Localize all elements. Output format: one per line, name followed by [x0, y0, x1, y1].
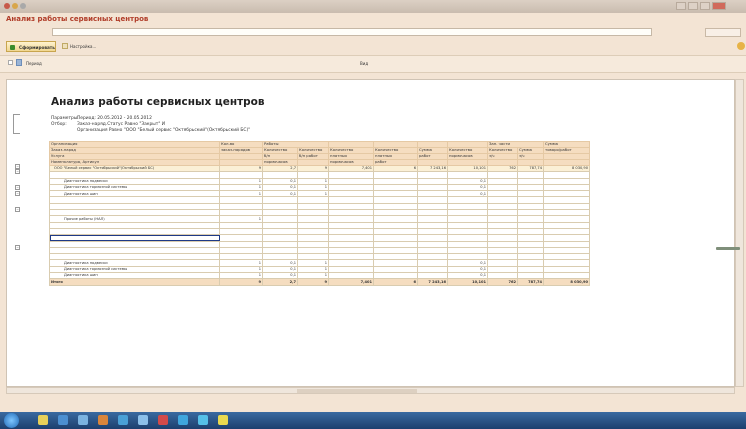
system-tray: [620, 417, 740, 424]
help-icon[interactable]: [737, 42, 745, 50]
group-toggle-icon[interactable]: −: [15, 185, 20, 191]
app-icon[interactable]: [138, 415, 148, 425]
params-label: Параметры:: [51, 116, 79, 121]
checkbox-icon[interactable]: [8, 60, 13, 65]
pointer-arrow: [716, 247, 740, 250]
group-toggle-icon[interactable]: −: [15, 190, 20, 196]
play-icon: [10, 45, 15, 50]
total-cell: 787,74: [517, 278, 544, 286]
group-toggle-icon[interactable]: −: [15, 169, 20, 174]
app-icon[interactable]: [158, 415, 168, 425]
period-panel: Период Вид: [0, 55, 746, 73]
restore-button[interactable]: [688, 2, 698, 10]
group-toggle-icon[interactable]: −: [15, 206, 20, 212]
settings-button[interactable]: [700, 2, 710, 10]
window-title: [34, 3, 414, 9]
report-document[interactable]: Анализ работы сервисных центров Параметр…: [6, 79, 735, 387]
form-title: Анализ работы сервисных центров: [6, 15, 149, 23]
generate-button-label: Сформировать: [19, 45, 55, 50]
settings-link-label: Настройка...: [70, 44, 97, 49]
filter-label: Отбор:: [51, 122, 67, 127]
browser-icon[interactable]: [58, 415, 68, 425]
select-option-button[interactable]: [705, 28, 741, 37]
vertical-scrollbar[interactable]: [735, 79, 744, 387]
total-cell: 762: [487, 278, 518, 286]
app-icon[interactable]: [98, 415, 108, 425]
total-cell: 9: [297, 278, 329, 286]
total-cell: 10,101: [447, 278, 488, 286]
filter-line-1: Заказ-наряд.Статус Равно "Закрыт" И: [77, 122, 166, 127]
total-cell: 2,7: [262, 278, 298, 286]
windows-taskbar: [0, 412, 746, 429]
explorer-icon[interactable]: [38, 415, 48, 425]
total-row: Итого 9 2,7 9 7,401 6 7 243,16 10,101 762 787,74 8…: [49, 278, 590, 286]
calendar-icon[interactable]: [16, 59, 22, 66]
total-cell: 6: [373, 278, 418, 286]
window-titlebar: [0, 0, 746, 13]
report-table[interactable]: Организация Кол-во Работы Зап. части Сум…: [49, 141, 590, 286]
report-option-field[interactable]: [52, 28, 652, 36]
period-text: Период: 20.05.2012 - 20.05.2012: [77, 116, 152, 121]
app-icon[interactable]: [198, 415, 208, 425]
total-label: Итого: [49, 278, 220, 286]
total-cell: 8 030,90: [543, 278, 590, 286]
horizontal-scrollbar[interactable]: [6, 387, 735, 394]
all-actions-menu[interactable]: [700, 43, 738, 49]
total-cell: 9: [219, 278, 263, 286]
settings-link[interactable]: Настройка...: [62, 43, 112, 50]
app-menu-icon[interactable]: [4, 3, 10, 9]
app-icon[interactable]: [178, 415, 188, 425]
option-label: [7, 30, 49, 35]
total-cell: 7 243,16: [417, 278, 448, 286]
generate-button[interactable]: Сформировать: [6, 41, 56, 52]
quick-access-icon[interactable]: [20, 3, 26, 9]
total-cell: 7,401: [328, 278, 374, 286]
view-label: Вид: [360, 61, 369, 66]
filter-line-2: Организация Равно "ООО "Белый сервис "Ок…: [77, 128, 251, 133]
start-button[interactable]: [4, 413, 19, 428]
report-title: Анализ работы сервисных центров: [51, 96, 265, 108]
group-toggle-icon[interactable]: −: [15, 163, 20, 169]
scroll-thumb[interactable]: [297, 389, 417, 393]
close-button[interactable]: [712, 2, 726, 10]
group-bracket: [13, 114, 20, 134]
minimize-button[interactable]: [676, 2, 686, 10]
period-label: Период: [26, 61, 42, 66]
onec-icon[interactable]: [218, 415, 228, 425]
app-icon[interactable]: [78, 415, 88, 425]
app-icon[interactable]: [118, 415, 128, 425]
settings-icon: [62, 43, 68, 49]
quick-save-icon[interactable]: [12, 3, 18, 9]
group-toggle-icon[interactable]: −: [15, 244, 20, 250]
